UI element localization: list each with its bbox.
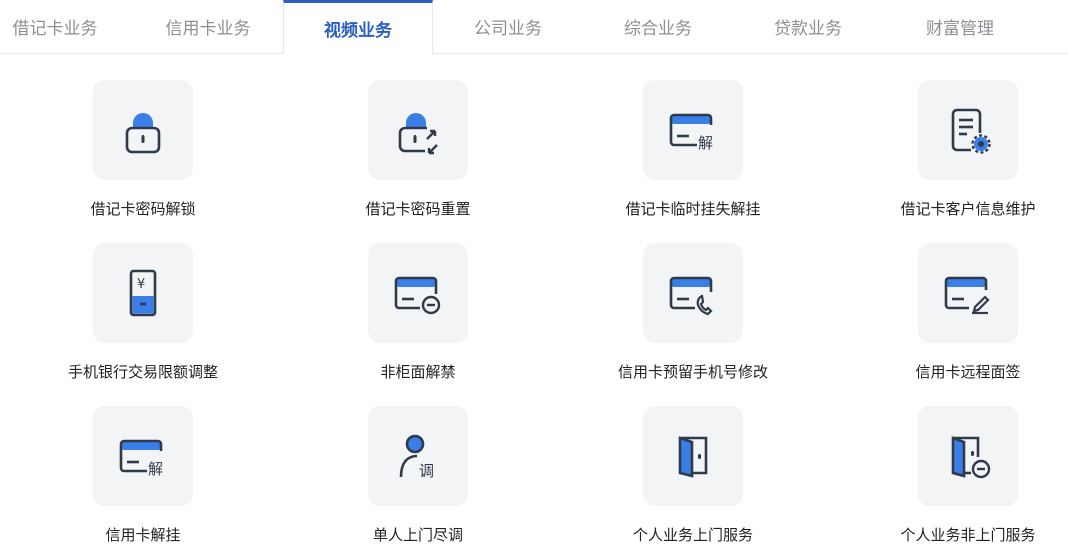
card-sign-icon[interactable] bbox=[918, 243, 1018, 343]
card-phone-icon[interactable] bbox=[643, 243, 743, 343]
yuan-glyph: ¥ bbox=[137, 277, 145, 292]
service-label: 借记卡密码重置 bbox=[365, 200, 471, 218]
card-unfreeze-icon[interactable]: 解 bbox=[93, 406, 193, 506]
tab-corporate[interactable]: 公司业务 bbox=[433, 0, 583, 53]
service-label: 个人业务上门服务 bbox=[632, 526, 753, 544]
tab-video[interactable]: 视频业务 bbox=[283, 0, 433, 54]
document-settings-icon[interactable] bbox=[918, 80, 1018, 180]
person-survey-icon[interactable]: 调 bbox=[368, 406, 468, 506]
tab-debit-card[interactable]: 借记卡业务 bbox=[0, 0, 130, 53]
service-label: 借记卡临时挂失解挂 bbox=[625, 200, 761, 218]
card-unfreeze-icon[interactable]: 解 bbox=[643, 80, 743, 180]
phone-yuan-icon[interactable]: ¥ bbox=[93, 243, 193, 343]
service-label: 个人业务非上门服务 bbox=[900, 526, 1036, 544]
service-label: 借记卡客户信息维护 bbox=[900, 200, 1036, 218]
tab-credit-card[interactable]: 信用卡业务 bbox=[133, 0, 283, 53]
service-label: 信用卡预留手机号修改 bbox=[617, 363, 768, 381]
unfreeze-glyph: 解 bbox=[148, 460, 163, 478]
service-label: 信用卡远程面签 bbox=[915, 363, 1021, 381]
survey-glyph: 调 bbox=[419, 462, 434, 480]
door-minus-icon[interactable] bbox=[918, 406, 1018, 506]
door-icon[interactable] bbox=[643, 406, 743, 506]
service-label: 手机银行交易限额调整 bbox=[67, 363, 218, 381]
tab-loan[interactable]: 贷款业务 bbox=[733, 0, 883, 53]
padlock-icon[interactable] bbox=[93, 80, 193, 180]
business-tab-bar: 借记卡业务 信用卡业务 视频业务 公司业务 综合业务 贷款业务 财富管理 bbox=[0, 0, 1068, 54]
service-label: 借记卡密码解锁 bbox=[90, 200, 196, 218]
tab-wealth[interactable]: 财富管理 bbox=[885, 0, 1035, 53]
unfreeze-glyph: 解 bbox=[698, 134, 713, 152]
tab-general[interactable]: 综合业务 bbox=[583, 0, 733, 53]
service-label: 信用卡解挂 bbox=[105, 526, 181, 544]
service-label: 非柜面解禁 bbox=[380, 363, 456, 381]
card-minus-icon[interactable] bbox=[368, 243, 468, 343]
service-label: 单人上门尽调 bbox=[372, 526, 463, 544]
padlock-reset-icon[interactable] bbox=[368, 80, 468, 180]
